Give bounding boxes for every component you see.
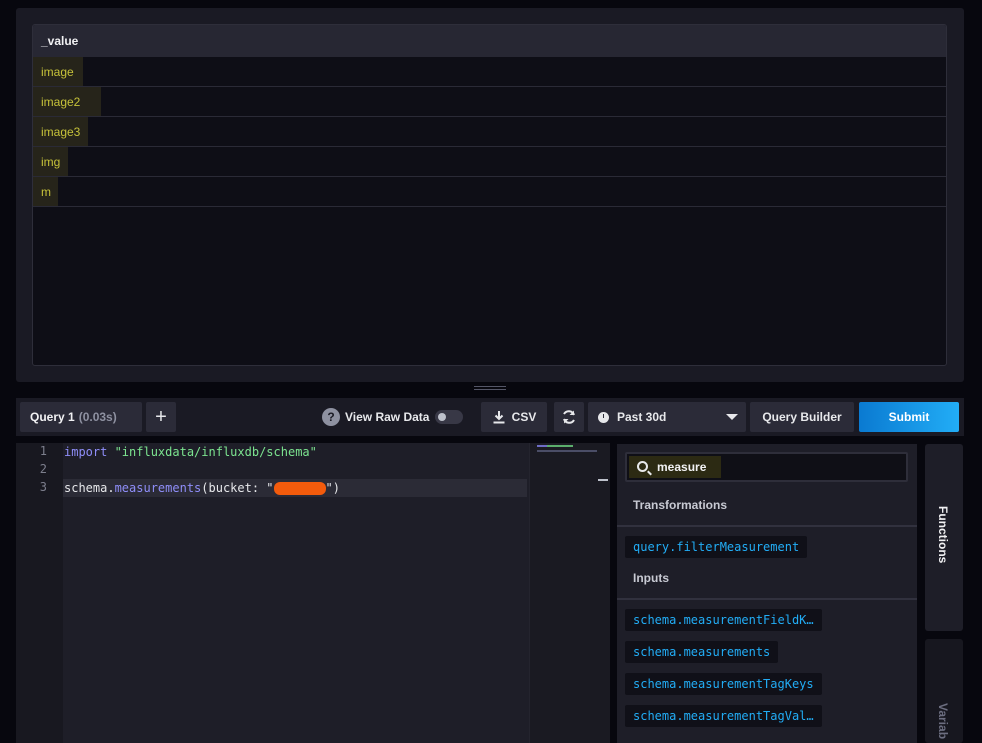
table-row[interactable]: img: [33, 147, 946, 177]
search-value: measure: [657, 460, 707, 474]
tab-variables[interactable]: Variab: [925, 639, 963, 743]
query-toolbar: Query 1 (0.03s) + ? View Raw Data CSV Pa…: [16, 398, 964, 436]
toggle-switch[interactable]: [435, 410, 464, 424]
table-cell: m: [41, 184, 51, 199]
csv-download-button[interactable]: CSV: [481, 402, 547, 432]
table-cell: image2: [41, 94, 81, 109]
code-line-3[interactable]: schema. measurements (bucket: " "): [64, 479, 340, 497]
table-cell: image3: [41, 124, 81, 139]
help-icon[interactable]: ?: [322, 408, 340, 426]
function-item[interactable]: schema.measurementTagKeys: [625, 673, 822, 695]
csv-label: CSV: [511, 410, 537, 424]
line-number-gutter: 1 2 3: [16, 443, 63, 743]
minimap-cursor: [598, 479, 608, 481]
table-cell: image: [41, 64, 74, 79]
results-table: _value image image2 image3 img m: [32, 24, 947, 366]
code-editor[interactable]: 1 2 3 import "influxdata/influxdb/schema…: [16, 443, 610, 743]
table-row[interactable]: image2: [33, 87, 946, 117]
table-row[interactable]: image: [33, 57, 946, 87]
minimap-line: [547, 445, 573, 447]
tab-functions-label: Functions: [936, 506, 950, 564]
tab-functions[interactable]: Functions: [925, 444, 963, 631]
view-raw-data-label: View Raw Data: [345, 410, 430, 424]
line-number: 2: [39, 462, 47, 476]
code-args-close: "): [325, 481, 340, 495]
line-number: 3: [39, 480, 47, 494]
add-query-button[interactable]: +: [146, 402, 176, 432]
functions-panel: measure Transformations query.filterMeas…: [617, 444, 917, 743]
editor-minimap[interactable]: [529, 443, 610, 743]
query-tab-time: (0.03s): [78, 410, 117, 424]
category-title: Inputs: [633, 571, 669, 585]
tab-variables-label: Variab: [936, 703, 950, 740]
time-range-dropdown[interactable]: Past 30d: [588, 402, 746, 432]
download-icon: [493, 411, 505, 424]
search-icon: [637, 461, 648, 472]
tab-query-1[interactable]: Query 1 (0.03s): [20, 402, 142, 432]
refresh-button[interactable]: [554, 402, 584, 432]
query-builder-button[interactable]: Query Builder: [750, 402, 854, 432]
divider: [617, 598, 917, 600]
chevron-down-icon: [726, 414, 738, 420]
column-header-value[interactable]: _value: [33, 25, 946, 57]
function-item[interactable]: schema.measurements: [625, 641, 779, 663]
divider: [617, 525, 917, 527]
table-row[interactable]: image3: [33, 117, 946, 147]
panel-resize-handle[interactable]: [474, 386, 506, 392]
view-raw-data-toggle[interactable]: ? View Raw Data: [322, 402, 464, 432]
refresh-icon: [563, 410, 575, 424]
category-title: Transformations: [633, 498, 728, 512]
table-row[interactable]: m: [33, 177, 946, 207]
redaction-mark: [273, 481, 326, 495]
function-search-input[interactable]: measure: [625, 452, 908, 482]
code-string: "influxdata/influxdb/schema": [107, 445, 317, 459]
code-function: measurements: [114, 481, 202, 495]
table-cell: img: [41, 154, 61, 169]
minimap-line: [537, 445, 547, 447]
app: _value image image2 image3 img m Query 1…: [0, 0, 982, 743]
code-line-1[interactable]: import "influxdata/influxdb/schema": [64, 443, 317, 461]
line-number: 1: [39, 444, 47, 458]
function-item[interactable]: query.filterMeasurement: [625, 536, 808, 558]
function-item[interactable]: schema.measurementTagVal…: [625, 705, 822, 727]
code-args-open: (bucket: ": [201, 481, 274, 495]
time-range-value: Past 30d: [617, 410, 667, 424]
function-item[interactable]: schema.measurementFieldK…: [625, 609, 822, 631]
query-tab-label: Query 1: [30, 410, 75, 424]
submit-button[interactable]: Submit: [859, 402, 959, 432]
clock-icon: [598, 411, 609, 423]
minimap-line: [537, 450, 597, 452]
code-identifier: schema.: [64, 481, 115, 495]
code-keyword: import: [64, 445, 108, 459]
